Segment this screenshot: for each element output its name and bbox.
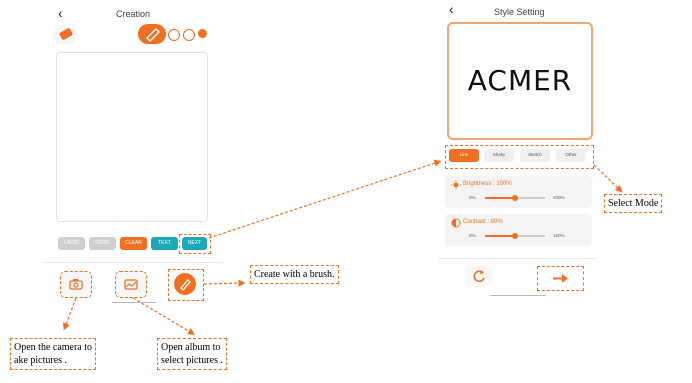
camera-annotation-line1: Open the camera to [14, 342, 93, 353]
back-icon[interactable]: ‹ [58, 6, 63, 20]
camera-annotation-line2: ake pictures . [14, 355, 68, 366]
screen-title-right: Style Setting [494, 7, 545, 17]
brush-icon [180, 279, 191, 291]
contrast-slider[interactable] [485, 233, 545, 239]
album-icon [124, 279, 138, 290]
reset-button[interactable] [466, 265, 492, 287]
contrast-label: Contrast : 80% [463, 219, 503, 225]
brightness-slider-knob[interactable] [512, 195, 518, 201]
mode-line-button[interactable]: Line [449, 149, 479, 162]
contrast-slider-knob[interactable] [512, 233, 518, 239]
brightness-panel: Brightness : 100% 0% 200% [445, 176, 592, 208]
arrow-album [132, 297, 196, 335]
mode-shaky-button[interactable]: Shaky [484, 149, 514, 162]
eraser-button[interactable] [54, 24, 78, 44]
camera-icon [69, 279, 83, 290]
preview-text: ACMER [467, 64, 573, 97]
sun-icon [451, 180, 461, 190]
arrow-next-to-style [208, 159, 442, 239]
brush-mode-button[interactable] [138, 24, 166, 44]
arrow-brush [203, 279, 246, 287]
arrow-camera [62, 297, 77, 331]
contrast-max: 160% [553, 233, 565, 238]
album-annotation-line2: select pictures . [161, 355, 223, 366]
eraser-icon [59, 28, 73, 40]
style-preview: ACMER [447, 22, 593, 140]
album-annotation-line1: Open album to [161, 342, 221, 353]
redo-button[interactable]: REDO [89, 237, 116, 250]
refresh-icon [473, 270, 485, 283]
mode-sketch-button[interactable]: Sketch [520, 149, 550, 162]
text-button[interactable]: TEXT [151, 237, 178, 250]
undo-button[interactable]: UNDO [58, 237, 85, 250]
contrast-slider-fill [485, 235, 515, 237]
brightness-max: 200% [553, 195, 565, 200]
brush-annotation: Create with a brush. [250, 265, 339, 284]
brightness-slider-fill [485, 197, 515, 199]
clear-button[interactable]: CLEAR [120, 237, 147, 250]
screen-title: Creation [116, 9, 151, 19]
select-mode-annotation: Select Mode [604, 194, 663, 213]
arrow-select-mode [593, 164, 623, 193]
camera-annotation: Open the camera to ake pictures . [10, 338, 97, 370]
divider [44, 262, 222, 263]
brush-size-small[interactable] [168, 29, 180, 41]
camera-button[interactable] [60, 271, 92, 298]
next-button[interactable]: NEXT [182, 237, 207, 250]
contrast-icon [451, 218, 461, 228]
brush-size-medium[interactable] [183, 29, 195, 41]
divider-right [438, 258, 596, 259]
album-annotation: Open album to select pictures . [157, 338, 227, 370]
brightness-min: 0% [469, 195, 476, 200]
contrast-min: 0% [469, 233, 476, 238]
arrow-right-icon [553, 274, 568, 283]
back-icon-right[interactable]: ‹ [449, 2, 454, 16]
home-indicator [112, 302, 156, 303]
brush-size-large[interactable] [198, 29, 207, 38]
home-indicator-right [490, 295, 546, 296]
brightness-label: Brightness : 100% [463, 181, 512, 187]
brush-create-button[interactable] [174, 273, 196, 295]
contrast-panel: Contrast : 80% 0% 160% [445, 214, 592, 246]
next-step-button[interactable] [537, 266, 584, 291]
brush-icon [145, 27, 161, 43]
drawing-canvas[interactable] [56, 52, 208, 222]
album-button[interactable] [115, 271, 147, 298]
brightness-slider[interactable] [485, 195, 545, 201]
mode-other-button[interactable]: Other [556, 149, 586, 162]
